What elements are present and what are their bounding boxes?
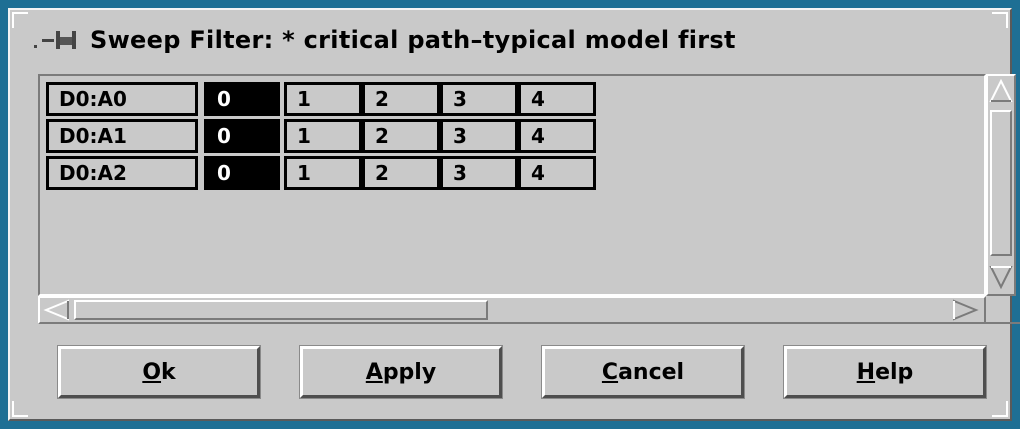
ok-button[interactable]: Ok bbox=[57, 345, 261, 399]
resize-corner-top-right[interactable] bbox=[992, 12, 1008, 28]
apply-button[interactable]: Apply bbox=[299, 345, 503, 399]
value-cell[interactable]: 4 bbox=[518, 156, 596, 190]
sweep-filter-window: Sweep Filter: * critical path–typical mo… bbox=[8, 8, 1020, 421]
filter-grid-pane: D0:A0 0 1 2 3 4 D0:A1 0 1 2 3 4 D0:A2 0 … bbox=[38, 74, 986, 296]
value-cell[interactable]: 2 bbox=[362, 119, 440, 153]
value-cell[interactable]: 3 bbox=[440, 119, 518, 153]
row-name-cell[interactable]: D0:A0 bbox=[46, 82, 198, 116]
separator-line bbox=[986, 322, 1020, 324]
value-cell[interactable]: 1 bbox=[284, 82, 362, 116]
grid-row: D0:A1 0 1 2 3 4 bbox=[46, 119, 596, 153]
cancel-label: ancel bbox=[618, 359, 685, 385]
cancel-button[interactable]: Cancel bbox=[541, 345, 745, 399]
help-button[interactable]: Help bbox=[783, 345, 987, 399]
window-title: Sweep Filter: * critical path–typical mo… bbox=[90, 26, 736, 54]
cancel-mnemonic: C bbox=[601, 359, 619, 385]
value-cell[interactable]: 3 bbox=[440, 82, 518, 116]
value-cell-selected[interactable]: 0 bbox=[204, 119, 280, 153]
value-cell-selected[interactable]: 0 bbox=[204, 82, 280, 116]
apply-mnemonic: A bbox=[365, 359, 383, 385]
value-cell-selected[interactable]: 0 bbox=[204, 156, 280, 190]
row-name-cell[interactable]: D0:A1 bbox=[46, 119, 198, 153]
value-cell[interactable]: 2 bbox=[362, 156, 440, 190]
help-mnemonic: H bbox=[856, 359, 876, 385]
value-cell[interactable]: 3 bbox=[440, 156, 518, 190]
resize-corner-bottom-left[interactable] bbox=[12, 401, 28, 417]
resize-corner-top-left[interactable] bbox=[12, 12, 28, 28]
horizontal-scrollbar[interactable] bbox=[38, 296, 986, 324]
value-cell[interactable]: 1 bbox=[284, 156, 362, 190]
apply-label: pply bbox=[382, 359, 437, 385]
window-menu-icon[interactable] bbox=[30, 25, 90, 55]
value-cell[interactable]: 1 bbox=[284, 119, 362, 153]
ok-label: k bbox=[161, 359, 176, 385]
scroll-up-arrow-icon[interactable] bbox=[989, 78, 1013, 104]
help-label: elp bbox=[875, 359, 914, 385]
scroll-left-arrow-icon[interactable] bbox=[42, 299, 72, 321]
scroll-right-arrow-icon[interactable] bbox=[950, 299, 980, 321]
vertical-scrollbar[interactable] bbox=[986, 74, 1016, 296]
row-name-cell[interactable]: D0:A2 bbox=[46, 156, 198, 190]
scroll-down-arrow-icon[interactable] bbox=[989, 264, 1013, 290]
vertical-scroll-thumb[interactable] bbox=[990, 110, 1012, 256]
ok-mnemonic: O bbox=[142, 359, 162, 385]
horizontal-scroll-thumb[interactable] bbox=[74, 300, 488, 320]
value-cell[interactable]: 4 bbox=[518, 82, 596, 116]
value-cell[interactable]: 4 bbox=[518, 119, 596, 153]
grid-row: D0:A0 0 1 2 3 4 bbox=[46, 82, 596, 116]
title-bar[interactable]: Sweep Filter: * critical path–typical mo… bbox=[30, 18, 990, 62]
value-cell[interactable]: 2 bbox=[362, 82, 440, 116]
resize-corner-bottom-right[interactable] bbox=[992, 401, 1008, 417]
grid-row: D0:A2 0 1 2 3 4 bbox=[46, 156, 596, 190]
